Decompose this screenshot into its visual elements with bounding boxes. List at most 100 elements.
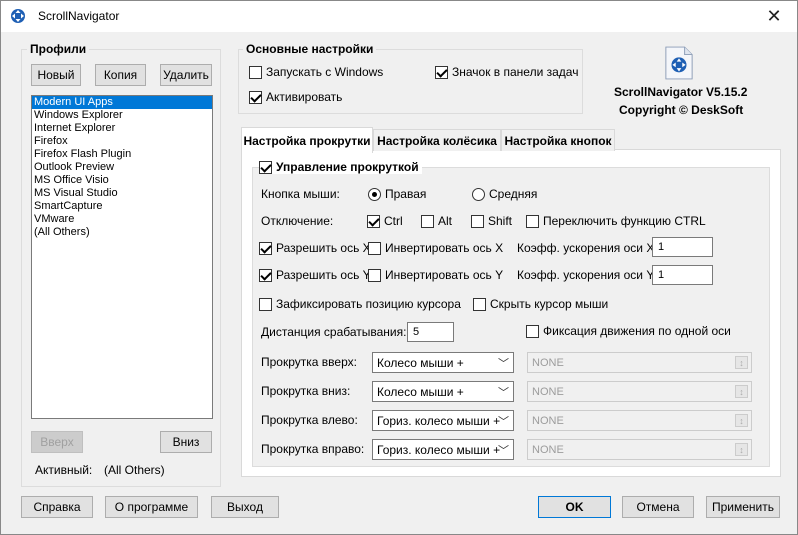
- fix-cursor-box[interactable]: [259, 297, 272, 311]
- right-button-radio[interactable]: Правая: [368, 187, 426, 201]
- main-settings-group: [238, 49, 583, 114]
- title-bar: ScrollNavigator ✕: [1, 1, 797, 32]
- scroll-modifier-field[interactable]: NONE ↕: [527, 439, 752, 460]
- tray-icon-checkbox[interactable]: Значок в панели задач: [435, 65, 578, 79]
- exit-button[interactable]: Выход: [211, 496, 279, 518]
- allow-x-checkbox[interactable]: Разрешить ось X: [259, 241, 371, 255]
- scroll-action-value: Гориз. колесо мыши +: [377, 442, 501, 457]
- activate-box[interactable]: [249, 90, 262, 104]
- alt-box[interactable]: [421, 214, 434, 228]
- disable-label: Отключение:: [261, 214, 334, 228]
- profiles-list[interactable]: Modern UI Apps Windows Explorer Internet E…: [31, 95, 213, 419]
- shift-checkbox[interactable]: Shift: [471, 214, 512, 228]
- invert-x-checkbox[interactable]: Инвертировать ось X: [368, 241, 503, 255]
- fix-cursor-checkbox[interactable]: Зафиксировать позицию курсора: [259, 297, 461, 311]
- invert-y-label: Инвертировать ось Y: [385, 268, 504, 282]
- invert-x-box[interactable]: [368, 241, 381, 255]
- move-up-button[interactable]: Вверх: [31, 431, 83, 453]
- allow-x-box[interactable]: [259, 241, 272, 255]
- ctrl-label: Ctrl: [384, 214, 403, 228]
- invert-y-checkbox[interactable]: Инвертировать ось Y: [368, 268, 503, 282]
- help-button[interactable]: Справка: [21, 496, 93, 518]
- tab-button-settings[interactable]: Настройка кнопок: [501, 129, 615, 151]
- middle-button-radio-dot[interactable]: [472, 187, 485, 201]
- list-item[interactable]: Firefox Flash Plugin: [32, 148, 212, 161]
- single-axis-checkbox[interactable]: Фиксация движения по одной оси: [526, 324, 731, 338]
- list-item[interactable]: Outlook Preview: [32, 161, 212, 174]
- chevron-down-icon: ﹀: [498, 416, 509, 428]
- document-scroll-icon: [665, 46, 693, 80]
- alt-label: Alt: [438, 214, 453, 228]
- alt-checkbox[interactable]: Alt: [421, 214, 452, 228]
- main-settings-title: Основные настройки: [243, 42, 377, 56]
- shift-box[interactable]: [471, 214, 484, 228]
- window-title: ScrollNavigator: [38, 9, 120, 23]
- chevron-down-icon: ﹀: [498, 387, 509, 399]
- run-with-windows-checkbox[interactable]: Запускать с Windows: [249, 65, 383, 79]
- distance-input[interactable]: [407, 322, 454, 342]
- list-item[interactable]: Windows Explorer: [32, 109, 212, 122]
- active-profile-label: Активный:: [35, 463, 93, 477]
- list-item[interactable]: Modern UI Apps: [32, 96, 212, 109]
- list-item[interactable]: Firefox: [32, 135, 212, 148]
- spin-arrows-icon[interactable]: ↕: [735, 385, 748, 398]
- copy-profile-button[interactable]: Копия: [95, 64, 146, 86]
- scroll-action-select[interactable]: Колесо мыши + ﹀: [372, 352, 514, 373]
- scroll-action-select[interactable]: Гориз. колесо мыши + ﹀: [372, 439, 514, 460]
- list-item[interactable]: SmartCapture: [32, 200, 212, 213]
- ctrl-checkbox[interactable]: Ctrl: [367, 214, 403, 228]
- apply-button[interactable]: Применить: [706, 496, 780, 518]
- toggle-ctrl-box[interactable]: [526, 214, 539, 228]
- chevron-down-icon: ﹀: [498, 358, 509, 370]
- list-item[interactable]: Internet Explorer: [32, 122, 212, 135]
- scroll-modifier-value: NONE: [532, 443, 564, 456]
- scroll-action-select[interactable]: Гориз. колесо мыши + ﹀: [372, 410, 514, 431]
- accel-y-input[interactable]: [652, 265, 713, 285]
- right-button-radio-dot[interactable]: [368, 187, 381, 201]
- scroll-control-box[interactable]: [259, 160, 272, 174]
- scroll-control-label: Управление прокруткой: [276, 160, 419, 174]
- right-button-label: Правая: [385, 187, 427, 201]
- app-window: ScrollNavigator ✕ Профили Новый Копия Уд…: [0, 0, 798, 535]
- scroll-action-select[interactable]: Колесо мыши + ﹀: [372, 381, 514, 402]
- list-item[interactable]: MS Visual Studio: [32, 187, 212, 200]
- about-button[interactable]: О программе: [105, 496, 198, 518]
- tab-wheel-settings[interactable]: Настройка колёсика: [373, 129, 501, 151]
- scroll-row-label: Прокрутка вверх:: [261, 355, 357, 369]
- copyright-text: Copyright © DeskSoft: [619, 103, 744, 117]
- scroll-modifier-field[interactable]: NONE ↕: [527, 352, 752, 373]
- toggle-ctrl-checkbox[interactable]: Переключить функцию CTRL: [526, 214, 706, 228]
- scroll-arrows-icon: [11, 9, 25, 23]
- invert-y-box[interactable]: [368, 268, 381, 282]
- ctrl-box[interactable]: [367, 214, 380, 228]
- scroll-action-value: Колесо мыши +: [377, 355, 464, 370]
- delete-profile-button[interactable]: Удалить: [160, 64, 212, 86]
- list-item[interactable]: (All Others): [32, 226, 212, 239]
- allow-y-checkbox[interactable]: Разрешить ось Y: [259, 268, 371, 282]
- activate-checkbox[interactable]: Активировать: [249, 90, 342, 104]
- hide-cursor-checkbox[interactable]: Скрыть курсор мыши: [473, 297, 608, 311]
- hide-cursor-box[interactable]: [473, 297, 486, 311]
- allow-y-box[interactable]: [259, 268, 272, 282]
- cancel-button[interactable]: Отмена: [622, 496, 694, 518]
- new-profile-button[interactable]: Новый: [31, 64, 81, 86]
- scroll-control-checkbox[interactable]: Управление прокруткой: [259, 160, 422, 174]
- allow-x-label: Разрешить ось X: [276, 241, 371, 255]
- move-down-button[interactable]: Вниз: [160, 431, 212, 453]
- run-with-windows-box[interactable]: [249, 65, 262, 79]
- single-axis-box[interactable]: [526, 324, 539, 338]
- spin-arrows-icon[interactable]: ↕: [735, 443, 748, 456]
- accel-x-input[interactable]: [652, 237, 713, 257]
- ok-button[interactable]: OK: [538, 496, 611, 518]
- close-button[interactable]: ✕: [751, 1, 797, 32]
- spin-arrows-icon[interactable]: ↕: [735, 356, 748, 369]
- spin-arrows-icon[interactable]: ↕: [735, 414, 748, 427]
- tray-icon-box[interactable]: [435, 65, 448, 79]
- middle-button-radio[interactable]: Средняя: [472, 187, 537, 201]
- scroll-modifier-field[interactable]: NONE ↕: [527, 381, 752, 402]
- single-axis-label: Фиксация движения по одной оси: [543, 324, 731, 338]
- scroll-modifier-field[interactable]: NONE ↕: [527, 410, 752, 431]
- list-item[interactable]: MS Office Visio: [32, 174, 212, 187]
- list-item[interactable]: VMware: [32, 213, 212, 226]
- tab-scroll-settings[interactable]: Настройка прокрутки: [241, 127, 373, 153]
